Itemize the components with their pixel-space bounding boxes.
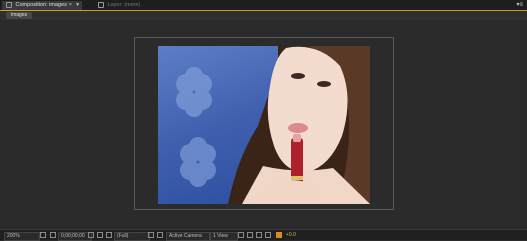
close-icon[interactable]: × (69, 1, 72, 10)
flower-shape (176, 67, 212, 117)
lock-icon[interactable] (6, 1, 12, 8)
snapshot-icon[interactable] (88, 232, 94, 238)
pixel-aspect-icon[interactable] (238, 232, 244, 238)
lock-icon[interactable] (98, 1, 104, 8)
flowchart-icon[interactable] (265, 232, 271, 238)
portrait-illustration (176, 46, 370, 204)
comp-navigator-bar: images (0, 11, 527, 20)
panel-menu-icon[interactable]: ▾≡ (516, 1, 523, 8)
safe-margins-icon[interactable] (40, 232, 46, 238)
timeline-icon[interactable] (256, 232, 262, 238)
fast-render-icon[interactable] (247, 232, 253, 238)
exposure-reset-icon[interactable] (276, 232, 282, 238)
comp-subtab-images[interactable]: images (6, 12, 33, 19)
region-of-interest-icon[interactable] (50, 232, 56, 238)
tab-label: Layer: (none) (107, 2, 141, 8)
fast-previews-icon[interactable] (148, 232, 154, 238)
channel-icon[interactable] (106, 232, 112, 238)
panel-tab-bar: Composition: images × ▾ Layer: (none) ▾≡ (0, 0, 527, 11)
composition-image (158, 46, 370, 204)
tab-composition-images[interactable]: Composition: images × ▾ (2, 1, 82, 10)
show-snapshot-icon[interactable] (97, 232, 103, 238)
exposure-value[interactable]: +0.0 (286, 232, 296, 239)
viewer-status-bar: 200% 0;00;00;00 (Full) Active Camera 1 V… (0, 229, 527, 241)
transparency-grid-icon[interactable] (157, 232, 163, 238)
tab-label: Composition: images (15, 2, 67, 8)
tab-layer[interactable]: Layer: (none) (94, 1, 144, 10)
flower-shape (180, 137, 216, 187)
tab-dropdown-icon[interactable]: ▾ (76, 1, 79, 10)
